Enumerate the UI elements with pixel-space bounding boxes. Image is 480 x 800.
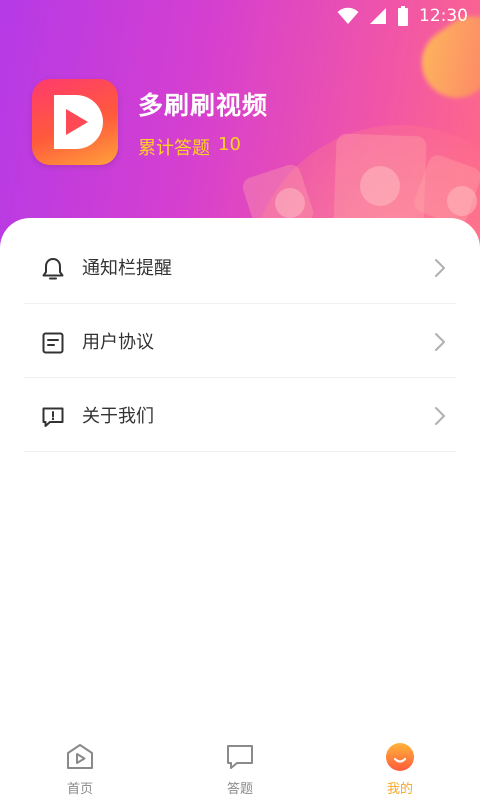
- nav-tab-label: 首页: [66, 782, 93, 797]
- smile-avatar-icon: [386, 743, 414, 771]
- nav-tab-quiz[interactable]: 答题: [160, 738, 320, 800]
- battery-icon: [398, 6, 408, 26]
- menu-item-notification[interactable]: 通知栏提醒: [24, 230, 456, 304]
- app-name: 多刷刷视频: [138, 91, 269, 120]
- chat-bubble-icon: [227, 745, 253, 769]
- answer-count-value: 10: [218, 134, 241, 155]
- wifi-icon: [337, 7, 359, 24]
- menu-item-about-us[interactable]: 关于我们: [24, 378, 456, 452]
- menu-item-label: 关于我们: [82, 405, 154, 427]
- answer-count-label: 累计答题: [138, 138, 210, 159]
- menu-item-user-agreement[interactable]: 用户协议: [24, 304, 456, 378]
- decorative-bubble: [275, 188, 305, 218]
- menu-card: 通知栏提醒 用户协议 关于我们: [0, 218, 480, 738]
- nav-tab-label: 答题: [226, 782, 253, 797]
- status-time: 12:30: [419, 6, 468, 26]
- nav-tab-home[interactable]: 首页: [0, 738, 160, 800]
- menu-item-label: 用户协议: [82, 331, 154, 353]
- nav-tab-mine[interactable]: 我的: [320, 738, 480, 800]
- bottom-nav: 首页 答题 我的: [0, 738, 480, 800]
- info-message-icon: [42, 407, 64, 427]
- menu-item-label: 通知栏提醒: [82, 257, 172, 279]
- chevron-right-icon: [435, 333, 445, 351]
- answer-count: 累计答题 10: [138, 134, 241, 160]
- app-logo-mark: [54, 95, 103, 149]
- chevron-right-icon: [435, 259, 445, 277]
- decorative-bubble: [360, 166, 400, 206]
- chevron-right-icon: [435, 407, 445, 425]
- bell-icon: [42, 258, 64, 280]
- signal-icon: [370, 8, 386, 24]
- app-logo: [32, 79, 118, 165]
- home-play-icon: [67, 744, 93, 769]
- nav-tab-label: 我的: [386, 782, 413, 797]
- document-icon: [42, 332, 64, 354]
- status-bar: 12:30: [0, 0, 480, 32]
- decorative-bubble: [447, 186, 477, 216]
